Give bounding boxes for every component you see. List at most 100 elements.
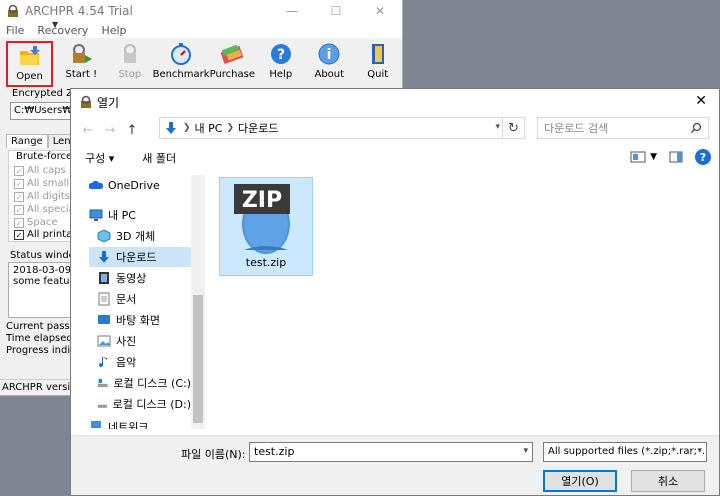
preview-pane-icon[interactable] [669,151,683,163]
search-icon [691,122,702,133]
zip-file-icon: ZIP [234,184,290,254]
file-name-label: test.zip [245,256,287,269]
nav-item-onedrive[interactable]: OneDrive [89,175,189,195]
quit-button[interactable]: Quit [354,41,402,80]
address-dropdown-icon[interactable]: ▾ [495,122,500,132]
file-type-dropdown-icon[interactable]: ▾ [697,446,702,456]
checkbox-all-caps[interactable]: ✓ All caps la [14,165,78,176]
nav-item-network[interactable]: 네트워크 [89,419,189,429]
start-icon [73,43,93,63]
help-button[interactable]: ? Help [257,41,305,80]
nav-item-this-pc[interactable]: 내 PC [89,205,189,225]
open-file-dialog: 열기 ✕ ← → ↑ ❯ 내 PC ❯ 다운로드 ▾ ↻ 다운로드 검색 구성 … [70,88,720,496]
menu-file[interactable]: File [6,24,24,37]
film-icon [99,272,109,284]
nav-item-label: 내 PC [108,209,136,222]
nav-item-pictures[interactable]: 사진 [97,331,191,351]
dialog-close-button[interactable]: ✕ [695,93,707,109]
breadcrumb-separator-icon: ❯ [226,123,235,133]
nav-item-desktop[interactable]: 바탕 화면 [97,310,191,330]
checkmark-icon: ✓ [14,204,24,215]
breadcrumb-this-pc[interactable]: 내 PC [195,120,223,136]
archpr-app-icon [8,4,18,17]
navigation-pane-scrollbar[interactable] [191,175,205,429]
navigation-pane: OneDrive 내 PC 3D 개체 다운로드 동영상 문서 바탕 화면 사진… [71,175,205,429]
open-dialog-button[interactable]: 열기(O) [543,470,617,492]
benchmark-button[interactable]: Benchmark [152,41,210,80]
minimize-button[interactable]: — [270,0,314,22]
forward-arrow-icon[interactable]: → [99,123,121,138]
dialog-titlebar[interactable]: 열기 ✕ [71,89,719,115]
view-options-icon[interactable] [630,151,646,163]
about-button[interactable]: i About [305,41,353,80]
svg-text:?: ? [277,47,285,63]
filename-input[interactable]: test.zip ▾ [249,442,533,462]
nav-item-documents[interactable]: 문서 [97,289,191,309]
checkbox-all-special[interactable]: ✓ All special [14,204,77,215]
zip-icon-text: ZIP [242,188,282,213]
dialog-command-bar: 구성 ▾ 새 폴더 ▼ ? [71,147,719,169]
help-button-label: Help [269,69,293,80]
cancel-dialog-button[interactable]: 취소 [631,470,705,492]
menu-help[interactable]: Help [101,24,126,37]
filename-dropdown-icon[interactable]: ▾ [523,446,528,456]
search-input[interactable]: 다운로드 검색 [537,117,709,139]
time-elapsed-label: Time elapsed: [6,333,77,344]
breadcrumb-downloads[interactable]: 다운로드 [238,120,278,136]
stop-button[interactable]: Stop [106,41,154,80]
stopwatch-icon [171,43,192,65]
help-icon[interactable]: ? [695,149,711,165]
view-dropdown-icon[interactable]: ▼ [650,152,657,162]
nav-item-label: 다운로드 [116,251,157,264]
file-item-test-zip[interactable]: ZIP test.zip [219,177,313,276]
nav-item-label: 사진 [116,335,137,348]
help-icon: ? [270,44,291,64]
start-button[interactable]: Start ! [57,41,105,80]
checkbox-space[interactable]: ✓ Space [14,217,57,228]
nav-item-label: 네트워크 [108,421,149,429]
file-type-select[interactable]: All supported files (*.zip;*.rar;*. ▾ [543,442,707,462]
menu-recovery[interactable]: Recovery [37,24,88,37]
nav-item-music[interactable]: 음악 [97,352,191,372]
filename-value: test.zip [254,445,295,458]
music-note-icon [99,357,107,368]
about-button-label: About [314,69,345,80]
filename-label: 파일 이름(N): [181,448,246,461]
nav-item-3d-objects[interactable]: 3D 개체 [97,226,191,246]
scrollbar-thumb[interactable] [193,295,203,423]
nav-item-label: 3D 개체 [116,230,156,243]
checkmark-icon: ✓ [14,217,24,228]
checkmark-icon: ✓ [14,178,24,189]
nav-item-local-disk-d[interactable]: 로컬 디스크 (D:) [97,394,191,414]
maximize-button[interactable]: ☐ [314,0,358,22]
cube-icon [97,229,111,243]
nav-item-label: 로컬 디스크 (C:) [113,377,191,390]
archpr-titlebar[interactable]: ARCHPR 4.54 Trial — ☐ ✕ [0,0,402,22]
open-dropdown-icon[interactable]: ▼ [52,20,58,29]
drive-icon [97,378,108,388]
dialog-navbar: ← → ↑ ❯ 내 PC ❯ 다운로드 ▾ ↻ 다운로드 검색 [71,117,719,143]
checkbox-all-digits[interactable]: ✓ All digits ( [14,191,77,202]
new-folder-button[interactable]: 새 폴더 [142,150,176,166]
nav-item-label: 바탕 화면 [116,314,160,327]
close-button[interactable]: ✕ [358,0,402,22]
checkbox-all-printable[interactable]: ✓ All printab [14,229,79,240]
nav-item-local-disk-c[interactable]: 로컬 디스크 (C:) [97,373,191,393]
organize-button[interactable]: 구성 ▾ [85,150,114,166]
refresh-icon[interactable]: ↻ [502,118,524,138]
desktop-icon [98,315,110,324]
open-button[interactable]: Open [6,41,54,87]
nav-item-downloads[interactable]: 다운로드 [89,247,191,267]
tab-range[interactable]: Range [6,134,48,148]
breadcrumb-separator-icon: ❯ [183,123,191,133]
dialog-title: 열기 [97,95,120,110]
checkmark-icon: ✓ [14,191,24,202]
nav-item-label: 음악 [116,356,137,369]
address-bar[interactable]: ❯ 내 PC ❯ 다운로드 ▾ ↻ [159,117,525,139]
up-arrow-icon[interactable]: ↑ [121,123,143,138]
quit-button-label: Quit [367,69,389,80]
back-arrow-icon[interactable]: ← [77,123,99,138]
nav-item-videos[interactable]: 동영상 [97,268,191,288]
purchase-button[interactable]: Purchase [208,41,256,80]
benchmark-button-label: Benchmark [152,69,210,80]
